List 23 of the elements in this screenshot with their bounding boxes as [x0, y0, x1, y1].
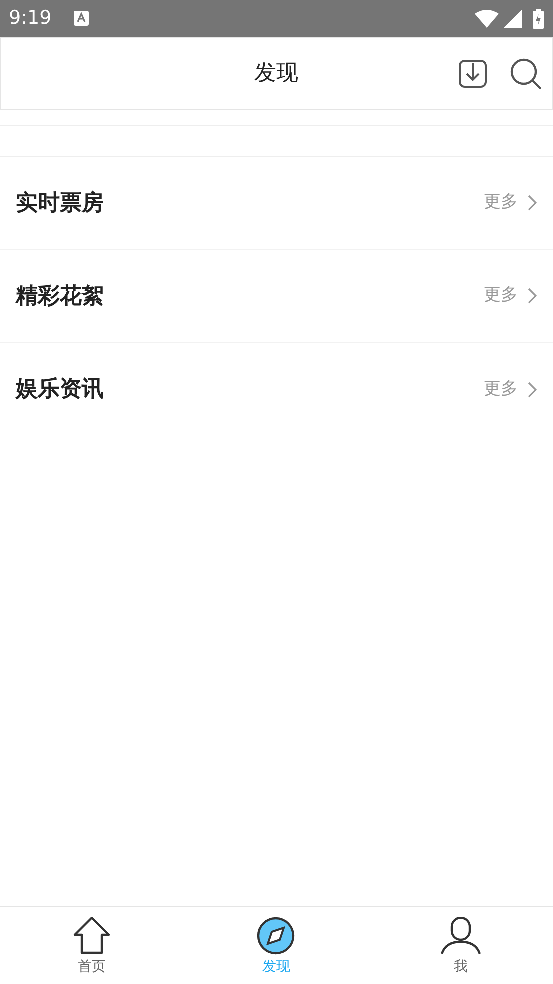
more-link[interactable]: 更多: [484, 283, 537, 309]
battery-icon: [533, 8, 544, 28]
tab[interactable]: 我: [368, 907, 553, 984]
keyboard-icon: [74, 11, 89, 26]
tab[interactable]: 首页: [0, 907, 184, 984]
more-link[interactable]: 更多: [484, 190, 537, 216]
more-link[interactable]: 更多: [484, 376, 537, 402]
page-title: 发现: [254, 60, 298, 88]
tab[interactable]: 发现: [184, 907, 369, 984]
wifi-icon: [475, 10, 499, 28]
download-icon[interactable]: [459, 58, 487, 88]
chevron-right-icon: [528, 195, 537, 211]
search-icon[interactable]: [510, 58, 542, 90]
chevron-right-icon: [528, 382, 537, 398]
chevron-right-icon: [528, 288, 537, 304]
section-title: 精彩花絮: [16, 282, 104, 310]
person-icon: [440, 917, 481, 955]
signal-icon: [504, 10, 522, 28]
house-icon: [73, 917, 112, 955]
compass-icon: [257, 917, 296, 955]
status-time: 9:19: [9, 6, 52, 32]
section-title: 娱乐资讯: [16, 376, 104, 404]
section-title: 实时票房: [16, 190, 104, 218]
